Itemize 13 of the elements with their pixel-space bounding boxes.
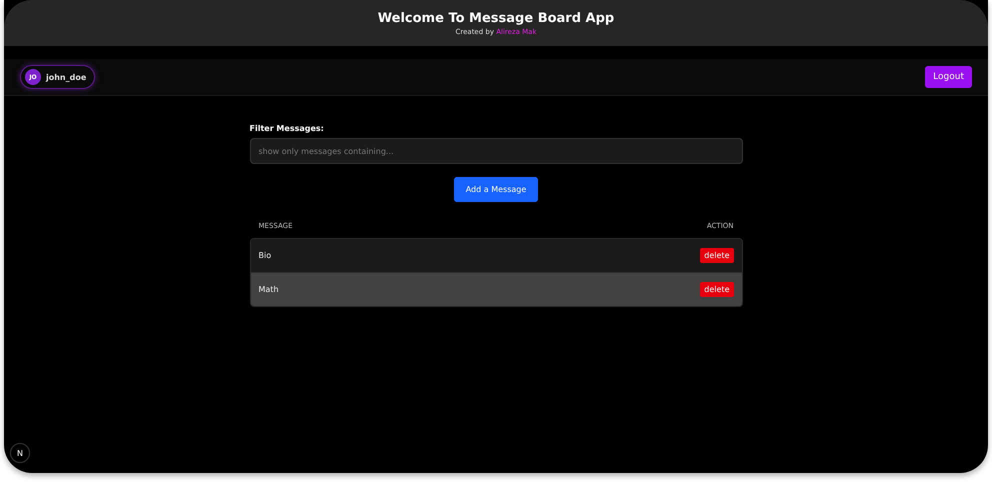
filter-label: Filter Messages: bbox=[250, 124, 325, 133]
message-row[interactable]: Bio delete bbox=[250, 239, 742, 272]
app-title: Welcome To Message Board App bbox=[378, 10, 614, 26]
message-text: Bio bbox=[258, 251, 272, 260]
delete-button[interactable]: delete bbox=[700, 282, 734, 297]
delete-button[interactable]: delete bbox=[700, 248, 734, 263]
logout-button[interactable]: Logout bbox=[925, 66, 972, 88]
message-row[interactable]: Math delete bbox=[250, 272, 742, 306]
dev-badge[interactable]: N bbox=[10, 443, 30, 463]
username: john_doe bbox=[46, 72, 86, 82]
filter-field[interactable]: show only messages containing... bbox=[250, 138, 742, 164]
add-message-button[interactable]: Add a Message bbox=[454, 177, 538, 202]
message-text: Math bbox=[258, 285, 279, 294]
